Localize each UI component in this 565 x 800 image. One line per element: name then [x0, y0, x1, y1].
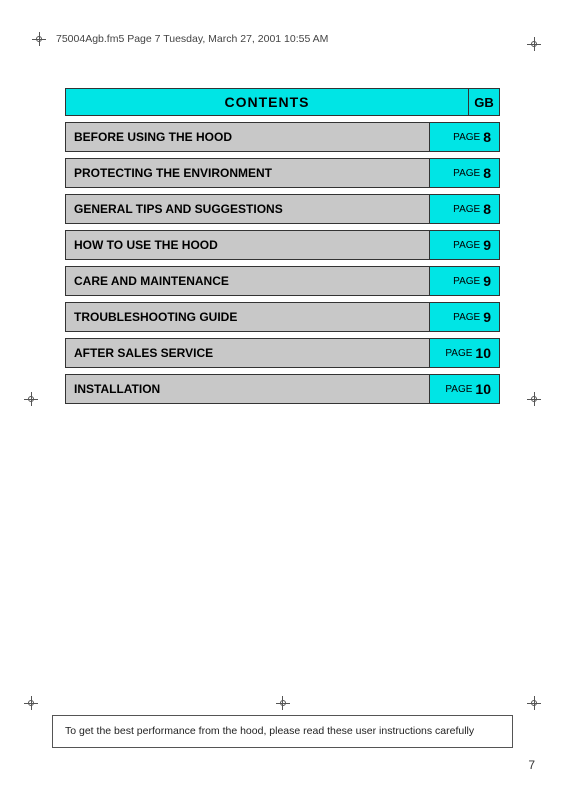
toc-row: AFTER SALES SERVICEPAGE 10: [65, 338, 500, 368]
file-info: 75004Agb.fm5 Page 7 Tuesday, March 27, 2…: [48, 33, 535, 45]
page-word: PAGE: [453, 312, 480, 323]
toc-row: BEFORE USING THE HOODPAGE 8: [65, 122, 500, 152]
page-num: 9: [483, 309, 491, 325]
toc-label: INSTALLATION: [66, 375, 429, 403]
toc-page: PAGE 9: [429, 303, 499, 331]
toc-page: PAGE 9: [429, 231, 499, 259]
crosshair-mid-right: [525, 390, 543, 408]
toc-label: HOW TO USE THE HOOD: [66, 231, 429, 259]
toc-row: INSTALLATIONPAGE 10: [65, 374, 500, 404]
page-num: 8: [483, 165, 491, 181]
toc-page: PAGE 8: [429, 159, 499, 187]
toc-page: PAGE 8: [429, 123, 499, 151]
page-word: PAGE: [453, 168, 480, 179]
contents-title: CONTENTS: [225, 94, 310, 110]
toc-row: PROTECTING THE ENVIRONMENTPAGE 8: [65, 158, 500, 188]
page-num: 8: [483, 201, 491, 217]
toc-label: TROUBLESHOOTING GUIDE: [66, 303, 429, 331]
toc-label: BEFORE USING THE HOOD: [66, 123, 429, 151]
toc-row: HOW TO USE THE HOODPAGE 9: [65, 230, 500, 260]
page-word: PAGE: [445, 348, 472, 359]
toc-page: PAGE 10: [429, 339, 499, 367]
toc-label: AFTER SALES SERVICE: [66, 339, 429, 367]
gb-label: GB: [474, 95, 494, 110]
page-num: 9: [483, 237, 491, 253]
toc-row: TROUBLESHOOTING GUIDEPAGE 9: [65, 302, 500, 332]
page-num: 9: [483, 273, 491, 289]
contents-title-box: CONTENTS: [65, 88, 468, 116]
toc-page: PAGE 9: [429, 267, 499, 295]
header-bar: 75004Agb.fm5 Page 7 Tuesday, March 27, 2…: [30, 30, 535, 48]
toc-row: GENERAL TIPS AND SUGGESTIONSPAGE 8: [65, 194, 500, 224]
page-word: PAGE: [453, 240, 480, 251]
crosshair-bottom-right: [525, 694, 543, 712]
contents-gb-box: GB: [468, 88, 500, 116]
toc-label: CARE AND MAINTENANCE: [66, 267, 429, 295]
crosshair-mid-left: [22, 390, 40, 408]
page-number: 7: [528, 758, 535, 772]
toc-rows-container: BEFORE USING THE HOODPAGE 8PROTECTING TH…: [65, 122, 500, 404]
page-num: 10: [475, 345, 491, 361]
crosshair-top-left: [30, 30, 48, 48]
toc-page: PAGE 8: [429, 195, 499, 223]
toc-page: PAGE 10: [429, 375, 499, 403]
contents-area: CONTENTS GB BEFORE USING THE HOODPAGE 8P…: [65, 88, 500, 404]
crosshair-bottom-center: [274, 694, 292, 712]
footer-note: To get the best performance from the hoo…: [52, 715, 513, 748]
contents-header: CONTENTS GB: [65, 88, 500, 116]
toc-label: GENERAL TIPS AND SUGGESTIONS: [66, 195, 429, 223]
page-word: PAGE: [445, 384, 472, 395]
toc-row: CARE AND MAINTENANCEPAGE 9: [65, 266, 500, 296]
page-num: 8: [483, 129, 491, 145]
footer-note-text: To get the best performance from the hoo…: [65, 725, 474, 737]
page-word: PAGE: [453, 276, 480, 287]
page-num: 10: [475, 381, 491, 397]
crosshair-top-right: [525, 35, 543, 53]
page-word: PAGE: [453, 132, 480, 143]
page: 75004Agb.fm5 Page 7 Tuesday, March 27, 2…: [0, 0, 565, 800]
page-word: PAGE: [453, 204, 480, 215]
toc-label: PROTECTING THE ENVIRONMENT: [66, 159, 429, 187]
crosshair-bottom-left: [22, 694, 40, 712]
